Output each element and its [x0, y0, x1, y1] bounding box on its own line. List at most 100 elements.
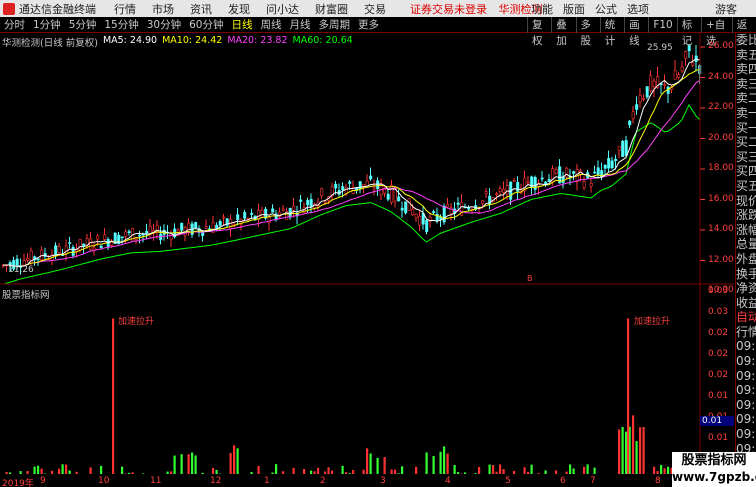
candle-down [334, 183, 338, 189]
indicator-bar-down [569, 464, 572, 474]
annotation-accelerate-2: 加速拉升 [634, 317, 671, 327]
sidebar-field: 09:30 [736, 354, 756, 369]
sidebar-field: 09:30 [736, 368, 756, 383]
candle-up [229, 219, 233, 230]
candle-up [484, 191, 488, 194]
period-15min[interactable]: 15分钟 [100, 17, 142, 32]
period-monthly[interactable]: 月线 [286, 17, 315, 32]
indicator-bar-down [443, 446, 446, 474]
indicator-bar-up [618, 429, 621, 474]
candle-up [281, 208, 285, 211]
candle-down [442, 205, 446, 223]
indicator-tick: 0.01 [708, 391, 729, 401]
ma10-value: MA10: 24.42 [162, 35, 223, 46]
candle-down [645, 86, 649, 98]
menu-xuanxiang[interactable]: 选项 [627, 1, 649, 17]
sidebar-field: 09:30 [736, 339, 756, 354]
sidebar-field: 涨跌 [736, 208, 756, 223]
candle-down [250, 212, 254, 215]
watermark: 股票指标网 www.7gpzb.com [672, 452, 756, 487]
candle-up [418, 215, 422, 226]
app-logo-icon [3, 2, 15, 15]
price-chart[interactable]: B [0, 33, 735, 285]
candle-down [687, 45, 691, 52]
candle-up [414, 213, 418, 219]
trade-login-link[interactable]: 证券交易未登录 [410, 3, 487, 16]
period-more[interactable]: 更多 [354, 17, 383, 32]
menu-wenxiaoda[interactable]: 问小达 [266, 1, 299, 17]
indicator-bar-up [446, 453, 449, 474]
indicator-bar-down [401, 466, 404, 474]
candle-down [120, 236, 124, 239]
tool-tongji[interactable]: 统计 [599, 16, 624, 47]
candle-down [635, 104, 639, 110]
candle-up [292, 205, 296, 211]
date-tick: 5 [505, 476, 511, 486]
menu-zixun[interactable]: 资讯 [190, 1, 212, 17]
candle-down [138, 234, 142, 237]
indicator-bar-down [100, 465, 103, 474]
indicator-bar-up [65, 464, 68, 474]
title-bar: 通达信金融终端 行情 市场 资讯 发现 问小达 财富圈 交易 证券交易未登录 华… [0, 0, 756, 17]
indicator-name: 股票指标网 [2, 290, 50, 301]
date-tick: 12 [210, 476, 222, 486]
sidebar-field: 卖四 [736, 62, 756, 77]
candle-up [103, 234, 107, 240]
menu-faxian[interactable]: 发现 [228, 1, 250, 17]
candle-down [628, 120, 632, 126]
menu-shichang[interactable]: 市场 [152, 1, 174, 17]
period-daily[interactable]: 日线 [228, 17, 257, 32]
menu-jiaoyi[interactable]: 交易 [364, 1, 386, 17]
indicator-bar-down [166, 471, 169, 474]
indicator-bar-down [128, 472, 131, 474]
menu-caifuquan[interactable]: 财富圈 [315, 1, 348, 17]
period-multi[interactable]: 多周期 [315, 17, 355, 32]
candle-up [663, 84, 667, 86]
menu-hangqing[interactable]: 行情 [114, 1, 136, 17]
period-30min[interactable]: 30分钟 [143, 17, 185, 32]
period-weekly[interactable]: 周线 [257, 17, 286, 32]
menu-gongshi[interactable]: 公式 [595, 1, 617, 17]
candle-up [631, 111, 635, 119]
period-1min[interactable]: 1分钟 [29, 17, 65, 32]
sidebar-field: 自动 [736, 310, 756, 325]
date-tick: 6 [560, 476, 566, 486]
tool-fuquan[interactable]: 复权 [527, 16, 551, 47]
tool-duogu[interactable]: 多股 [575, 16, 600, 47]
indicator-bar-down [488, 464, 491, 474]
candle-down [624, 140, 628, 156]
tool-diejia[interactable]: 叠加 [551, 16, 575, 47]
tool-f10[interactable]: F10 [648, 16, 676, 33]
indicator-bar-down [341, 465, 344, 474]
tool-back[interactable]: 返回 [731, 16, 756, 47]
tool-huaxian[interactable]: 画线 [624, 16, 648, 47]
indicator-chart[interactable] [0, 285, 735, 476]
sidebar-field: 09:30 [736, 397, 756, 412]
sidebar-field: 委比 [736, 33, 756, 47]
menu-banmian[interactable]: 版面 [563, 1, 585, 17]
candle-down [621, 140, 625, 157]
candle-up [362, 183, 366, 187]
indicator-bar-down [667, 466, 670, 474]
candle-down [68, 242, 72, 244]
sidebar-field: 买五 [736, 178, 756, 193]
date-tick: 8 [655, 476, 661, 486]
period-5min[interactable]: 5分钟 [65, 17, 101, 32]
indicator-bar-down [9, 472, 12, 474]
period-fenshi[interactable]: 分时 [0, 17, 29, 32]
ma5-value: MA5: 24.90 [102, 35, 158, 46]
date-tick: 9 [40, 476, 46, 486]
indicator-tick: 0.03 [708, 307, 729, 317]
indicator-spike [112, 318, 115, 474]
candle-up [96, 235, 100, 240]
indicator-bar-down [142, 473, 145, 474]
candle-down [218, 221, 222, 226]
menu-gongneng[interactable]: 功能 [531, 1, 553, 17]
low-price-label: 11.26 [8, 265, 34, 275]
candle-down [341, 186, 345, 191]
quote-sidebar: 委比 卖五 卖四 卖三 卖二 卖一 买一 买二 买三 买四 买五 现价 涨跌 涨幅 总量 外盘 换手 净资 收益 自动… [735, 33, 756, 487]
guest-login[interactable]: 游客 [715, 1, 737, 17]
tool-biaoji[interactable]: 标记 [676, 16, 701, 47]
period-60min[interactable]: 60分钟 [185, 17, 227, 32]
tool-add-watchlist[interactable]: +自选 [701, 16, 732, 47]
